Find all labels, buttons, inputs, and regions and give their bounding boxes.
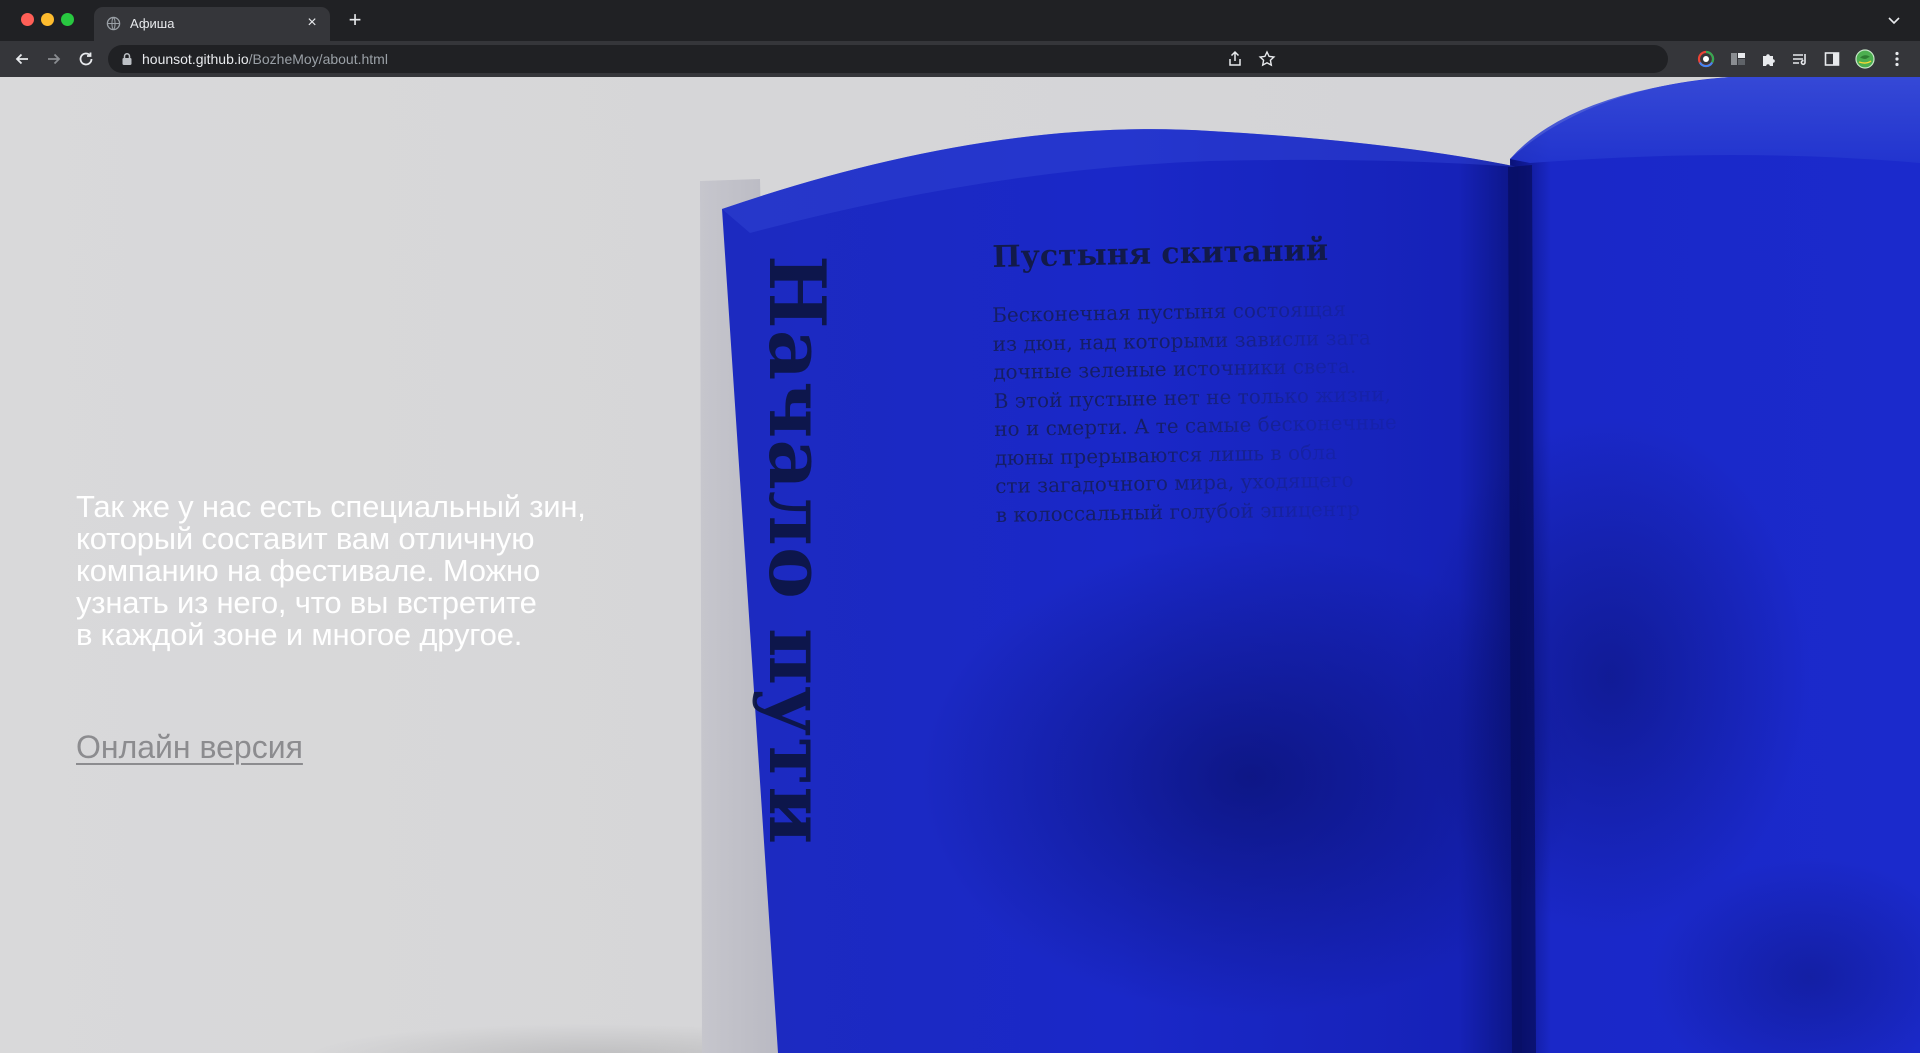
browser-toolbar: hounsot.github.io/BozheMoy/about.html: [0, 41, 1920, 77]
page-viewport: Так же у нас есть специальный зин, котор…: [0, 77, 1920, 1053]
url-host: hounsot.github.io: [142, 51, 249, 67]
side-panel-icon[interactable]: [1823, 50, 1841, 68]
browser-tab-active[interactable]: Афиша ×: [94, 7, 330, 41]
more-menu-icon[interactable]: [1890, 50, 1904, 68]
zine-right-page-curl: [1510, 77, 1920, 163]
browser-tab-strip: Афиша × +: [0, 0, 1920, 41]
reload-icon[interactable]: [75, 48, 97, 70]
online-version-link[interactable]: Онлайн версия: [76, 727, 303, 767]
forward-arrow-icon[interactable]: [43, 48, 65, 70]
tab-search-chevron-icon[interactable]: [1886, 12, 1902, 28]
extension-color-ring-icon[interactable]: [1697, 50, 1715, 68]
reading-list-icon[interactable]: [1791, 50, 1809, 68]
intro-line: компанию на фестивале. Можно: [76, 553, 541, 588]
zine-chapter-title: Начало пути: [751, 255, 842, 846]
lock-icon: [122, 53, 132, 65]
zine-article-body: Бесконечная пустыня состоящая из дюн, на…: [992, 293, 1456, 529]
tab-title: Афиша: [130, 16, 175, 31]
intro-line: который составит вам отличную: [76, 521, 535, 556]
intro-paragraph: Так же у нас есть специальный зин, котор…: [76, 491, 676, 651]
new-tab-icon[interactable]: +: [345, 9, 365, 31]
url-path: /BozheMoy/about.html: [248, 51, 388, 67]
profile-avatar-icon[interactable]: [1855, 49, 1875, 69]
intro-line: узнать из него, что вы встретите: [76, 585, 537, 620]
tab-close-icon[interactable]: ×: [303, 14, 321, 32]
window-close-button[interactable]: [21, 13, 34, 26]
globe-icon: [106, 16, 121, 31]
window-minimize-button[interactable]: [41, 13, 54, 26]
zine-article-title: Пустыня скитаний: [992, 232, 1329, 275]
intro-line: Так же у нас есть специальный зин,: [76, 489, 586, 524]
extensions-puzzle-icon[interactable]: [1760, 50, 1778, 68]
address-bar[interactable]: hounsot.github.io/BozheMoy/about.html: [108, 45, 1668, 73]
extension-tiles-icon[interactable]: [1729, 50, 1747, 68]
share-icon[interactable]: [1226, 50, 1244, 68]
intro-line: в каждой зоне и многое другое.: [76, 617, 523, 652]
back-arrow-icon[interactable]: [11, 48, 33, 70]
window-zoom-button[interactable]: [61, 13, 74, 26]
url-text: hounsot.github.io/BozheMoy/about.html: [142, 51, 388, 67]
zine-illustration: [700, 77, 1920, 1053]
bookmark-star-icon[interactable]: [1258, 50, 1276, 68]
